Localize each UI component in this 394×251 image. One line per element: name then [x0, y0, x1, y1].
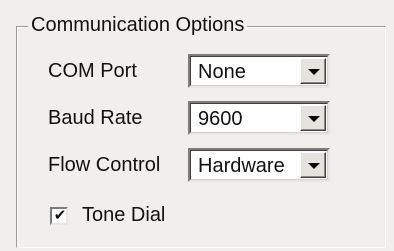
- chevron-down-icon: [308, 69, 320, 75]
- chevron-down-icon: [308, 163, 320, 169]
- baud-rate-dropdown-button[interactable]: [300, 105, 326, 131]
- baud-rate-value: 9600: [198, 108, 243, 130]
- tone-dial-label[interactable]: Tone Dial: [82, 202, 165, 228]
- flow-control-dropdown-button[interactable]: [300, 152, 326, 178]
- com-port-label: COM Port: [48, 60, 137, 82]
- com-port-dropdown-button[interactable]: [300, 58, 326, 84]
- flow-control-value: Hardware: [198, 155, 285, 177]
- flow-control-select[interactable]: Hardware: [188, 148, 330, 182]
- checkmark-icon: ✔: [53, 207, 67, 224]
- chevron-down-icon: [308, 116, 320, 122]
- baud-rate-label: Baud Rate: [48, 107, 143, 129]
- com-port-select[interactable]: None: [188, 54, 330, 88]
- group-title: Communication Options: [28, 12, 248, 38]
- baud-rate-select[interactable]: 9600: [188, 101, 330, 135]
- flow-control-label: Flow Control: [48, 154, 161, 176]
- tone-dial-checkbox[interactable]: ✔: [50, 207, 68, 225]
- com-port-value: None: [198, 61, 246, 83]
